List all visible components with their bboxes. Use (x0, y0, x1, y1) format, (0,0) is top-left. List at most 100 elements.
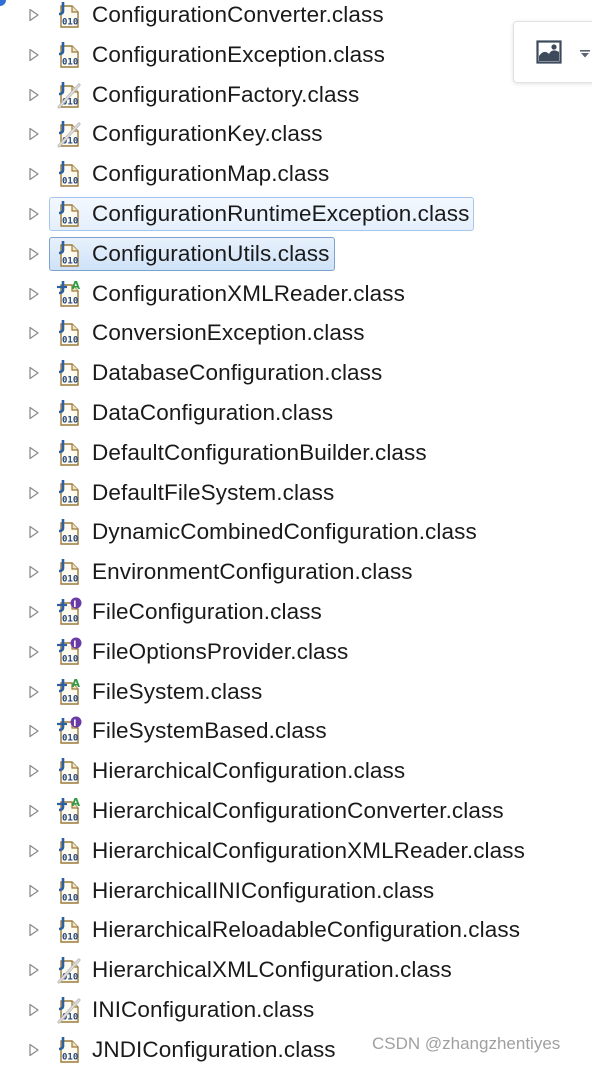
expand-arrow-icon[interactable] (27, 48, 41, 62)
tree-item[interactable]: 010 ConfigurationKey.class (49, 117, 328, 151)
tree-item[interactable]: 010 ConfigurationException.class (49, 38, 390, 72)
tree-item[interactable]: 010 ConfigurationRuntimeException.class (49, 197, 475, 231)
tree-item[interactable]: 010 A ConfigurationXMLReader.class (49, 277, 410, 311)
tree-item[interactable]: 010 I FileSystemBased.class (49, 714, 332, 748)
svg-text:010: 010 (62, 774, 78, 784)
expand-arrow-icon[interactable] (27, 645, 41, 659)
tree-row-16[interactable]: 010 I FileConfiguration.class (0, 594, 592, 630)
tree-item-label: ConversionException.class (92, 320, 365, 346)
expand-arrow-icon[interactable] (27, 724, 41, 738)
expand-arrow-icon[interactable] (27, 804, 41, 818)
tree-item[interactable]: 010 I FileOptionsProvider.class (49, 635, 353, 669)
tree-item[interactable]: 010 ConfigurationUtils.class (49, 236, 335, 271)
expand-arrow-icon[interactable] (27, 366, 41, 380)
expand-arrow-icon[interactable] (27, 446, 41, 460)
interface-file-icon: 010 I (53, 637, 83, 667)
tree-item[interactable]: 010 DefaultFileSystem.class (49, 476, 339, 510)
tree-item[interactable]: 010 INIConfiguration.class (49, 993, 319, 1027)
tree-row-17[interactable]: 010 I FileOptionsProvider.class (0, 634, 592, 670)
svg-text:010: 010 (62, 18, 78, 28)
expand-arrow-icon[interactable] (27, 565, 41, 579)
tree-row-5[interactable]: 010 ConfigurationMap.class (0, 156, 592, 192)
svg-text:010: 010 (62, 853, 78, 863)
tree-item[interactable]: 010 DynamicCombinedConfiguration.class (49, 515, 482, 549)
expand-arrow-icon[interactable] (27, 167, 41, 181)
expand-arrow-icon[interactable] (27, 525, 41, 539)
tree-row-24[interactable]: 010 HierarchicalReloadableConfiguration.… (0, 912, 592, 948)
tree-item[interactable]: 010 EnvironmentConfiguration.class (49, 555, 418, 589)
tree-row-23[interactable]: 010 HierarchicalINIConfiguration.class (0, 873, 592, 909)
tree-row-1[interactable]: 010 ConfigurationConverter.class (0, 0, 592, 33)
tree-item[interactable]: 010 DataConfiguration.class (49, 396, 338, 430)
expand-arrow-icon[interactable] (27, 486, 41, 500)
expand-arrow-icon[interactable] (27, 1043, 41, 1057)
tree-row-8[interactable]: 010 A ConfigurationXMLReader.class (0, 276, 592, 312)
tree-item[interactable]: 010 HierarchicalReloadableConfiguration.… (49, 913, 525, 947)
tree-row-11[interactable]: 010 DataConfiguration.class (0, 395, 592, 431)
interface-file-icon: 010 I (53, 716, 83, 746)
class-file-icon: 010 (58, 41, 79, 68)
tree-item[interactable]: 010 HierarchicalConfiguration.class (49, 754, 410, 788)
tree-row-9[interactable]: 010 ConversionException.class (0, 315, 592, 351)
abstract-class-file-icon: 010 A (53, 796, 83, 826)
caret-down-icon[interactable] (580, 50, 590, 58)
abstract-class-file-icon: 010 A (57, 796, 81, 824)
tree-item-label: DefaultConfigurationBuilder.class (92, 439, 427, 465)
tree-row-22[interactable]: 010 HierarchicalConfigurationXMLReader.c… (0, 833, 592, 869)
expand-arrow-icon[interactable] (27, 1003, 41, 1017)
expand-arrow-icon[interactable] (27, 764, 41, 778)
tree-item-label: ConfigurationXMLReader.class (92, 280, 405, 306)
tree-row-12[interactable]: 010 DefaultConfigurationBuilder.class (0, 435, 592, 471)
expand-arrow-icon[interactable] (27, 127, 41, 141)
expand-arrow-icon[interactable] (27, 963, 41, 977)
expand-arrow-icon[interactable] (27, 88, 41, 102)
tree-item[interactable]: 010 ConfigurationMap.class (49, 157, 334, 191)
expand-arrow-icon[interactable] (27, 884, 41, 898)
tree-row-7[interactable]: 010 ConfigurationUtils.class (0, 236, 592, 272)
class-file-icon: 010 (58, 240, 79, 267)
expand-arrow-icon[interactable] (27, 326, 41, 340)
tree-row-18[interactable]: 010 A FileSystem.class (0, 674, 592, 710)
tree-row-6[interactable]: 010 ConfigurationRuntimeException.class (0, 196, 592, 232)
tree-item-label: HierarchicalConfiguration.class (92, 758, 406, 784)
tree-row-4[interactable]: 010 ConfigurationKey.class (0, 116, 592, 152)
tree-item[interactable]: 010 A FileSystem.class (49, 675, 267, 709)
tree-row-25[interactable]: 010 HierarchicalXMLConfiguration.class (0, 952, 592, 988)
tree-item[interactable]: 010 A HierarchicalConfigurationConverter.… (49, 794, 509, 828)
tree-item[interactable]: 010 HierarchicalXMLConfiguration.class (49, 953, 457, 987)
tree-row-15[interactable]: 010 EnvironmentConfiguration.class (0, 554, 592, 590)
tree-item[interactable]: 010 JNDIConfiguration.class (49, 1033, 341, 1067)
expand-arrow-icon[interactable] (27, 287, 41, 301)
svg-text:010: 010 (62, 336, 78, 346)
tree-row-14[interactable]: 010 DynamicCombinedConfiguration.class (0, 514, 592, 550)
tree-row-13[interactable]: 010 DefaultFileSystem.class (0, 475, 592, 511)
expand-arrow-icon[interactable] (27, 844, 41, 858)
expand-arrow-icon[interactable] (27, 685, 41, 699)
expand-arrow-icon[interactable] (27, 8, 41, 22)
tree-item[interactable]: 010 DatabaseConfiguration.class (49, 356, 387, 390)
tree-item[interactable]: 010 ConversionException.class (49, 316, 370, 350)
tree-item[interactable]: 010 HierarchicalConfigurationXMLReader.c… (49, 834, 530, 868)
tree-item[interactable]: 010 ConfigurationFactory.class (49, 78, 364, 112)
tree-row-21[interactable]: 010 A HierarchicalConfigurationConverter.… (0, 793, 592, 829)
tree-item[interactable]: 010 DefaultConfigurationBuilder.class (49, 436, 432, 470)
tree-row-2[interactable]: 010 ConfigurationException.class (0, 37, 592, 73)
svg-text:I: I (73, 640, 76, 650)
tree-item[interactable]: 010 HierarchicalINIConfiguration.class (49, 874, 439, 908)
image-icon[interactable] (536, 40, 562, 64)
expand-arrow-icon[interactable] (27, 207, 41, 221)
class-file-icon: 010 (58, 320, 79, 347)
expand-arrow-icon[interactable] (27, 605, 41, 619)
expand-arrow-icon[interactable] (27, 923, 41, 937)
expand-arrow-icon[interactable] (27, 247, 41, 261)
tree-row-20[interactable]: 010 HierarchicalConfiguration.class (0, 753, 592, 789)
tree-row-19[interactable]: 010 I FileSystemBased.class (0, 713, 592, 749)
tree-row-3[interactable]: 010 ConfigurationFactory.class (0, 77, 592, 113)
tree-row-26[interactable]: 010 INIConfiguration.class (0, 992, 592, 1028)
tree-row-10[interactable]: 010 DatabaseConfiguration.class (0, 355, 592, 391)
svg-text:010: 010 (62, 575, 78, 585)
tree-item[interactable]: 010 ConfigurationConverter.class (49, 0, 389, 32)
expand-arrow-icon[interactable] (27, 406, 41, 420)
tree-item[interactable]: 010 I FileConfiguration.class (49, 595, 327, 629)
image-toolbar-popup (513, 21, 592, 83)
